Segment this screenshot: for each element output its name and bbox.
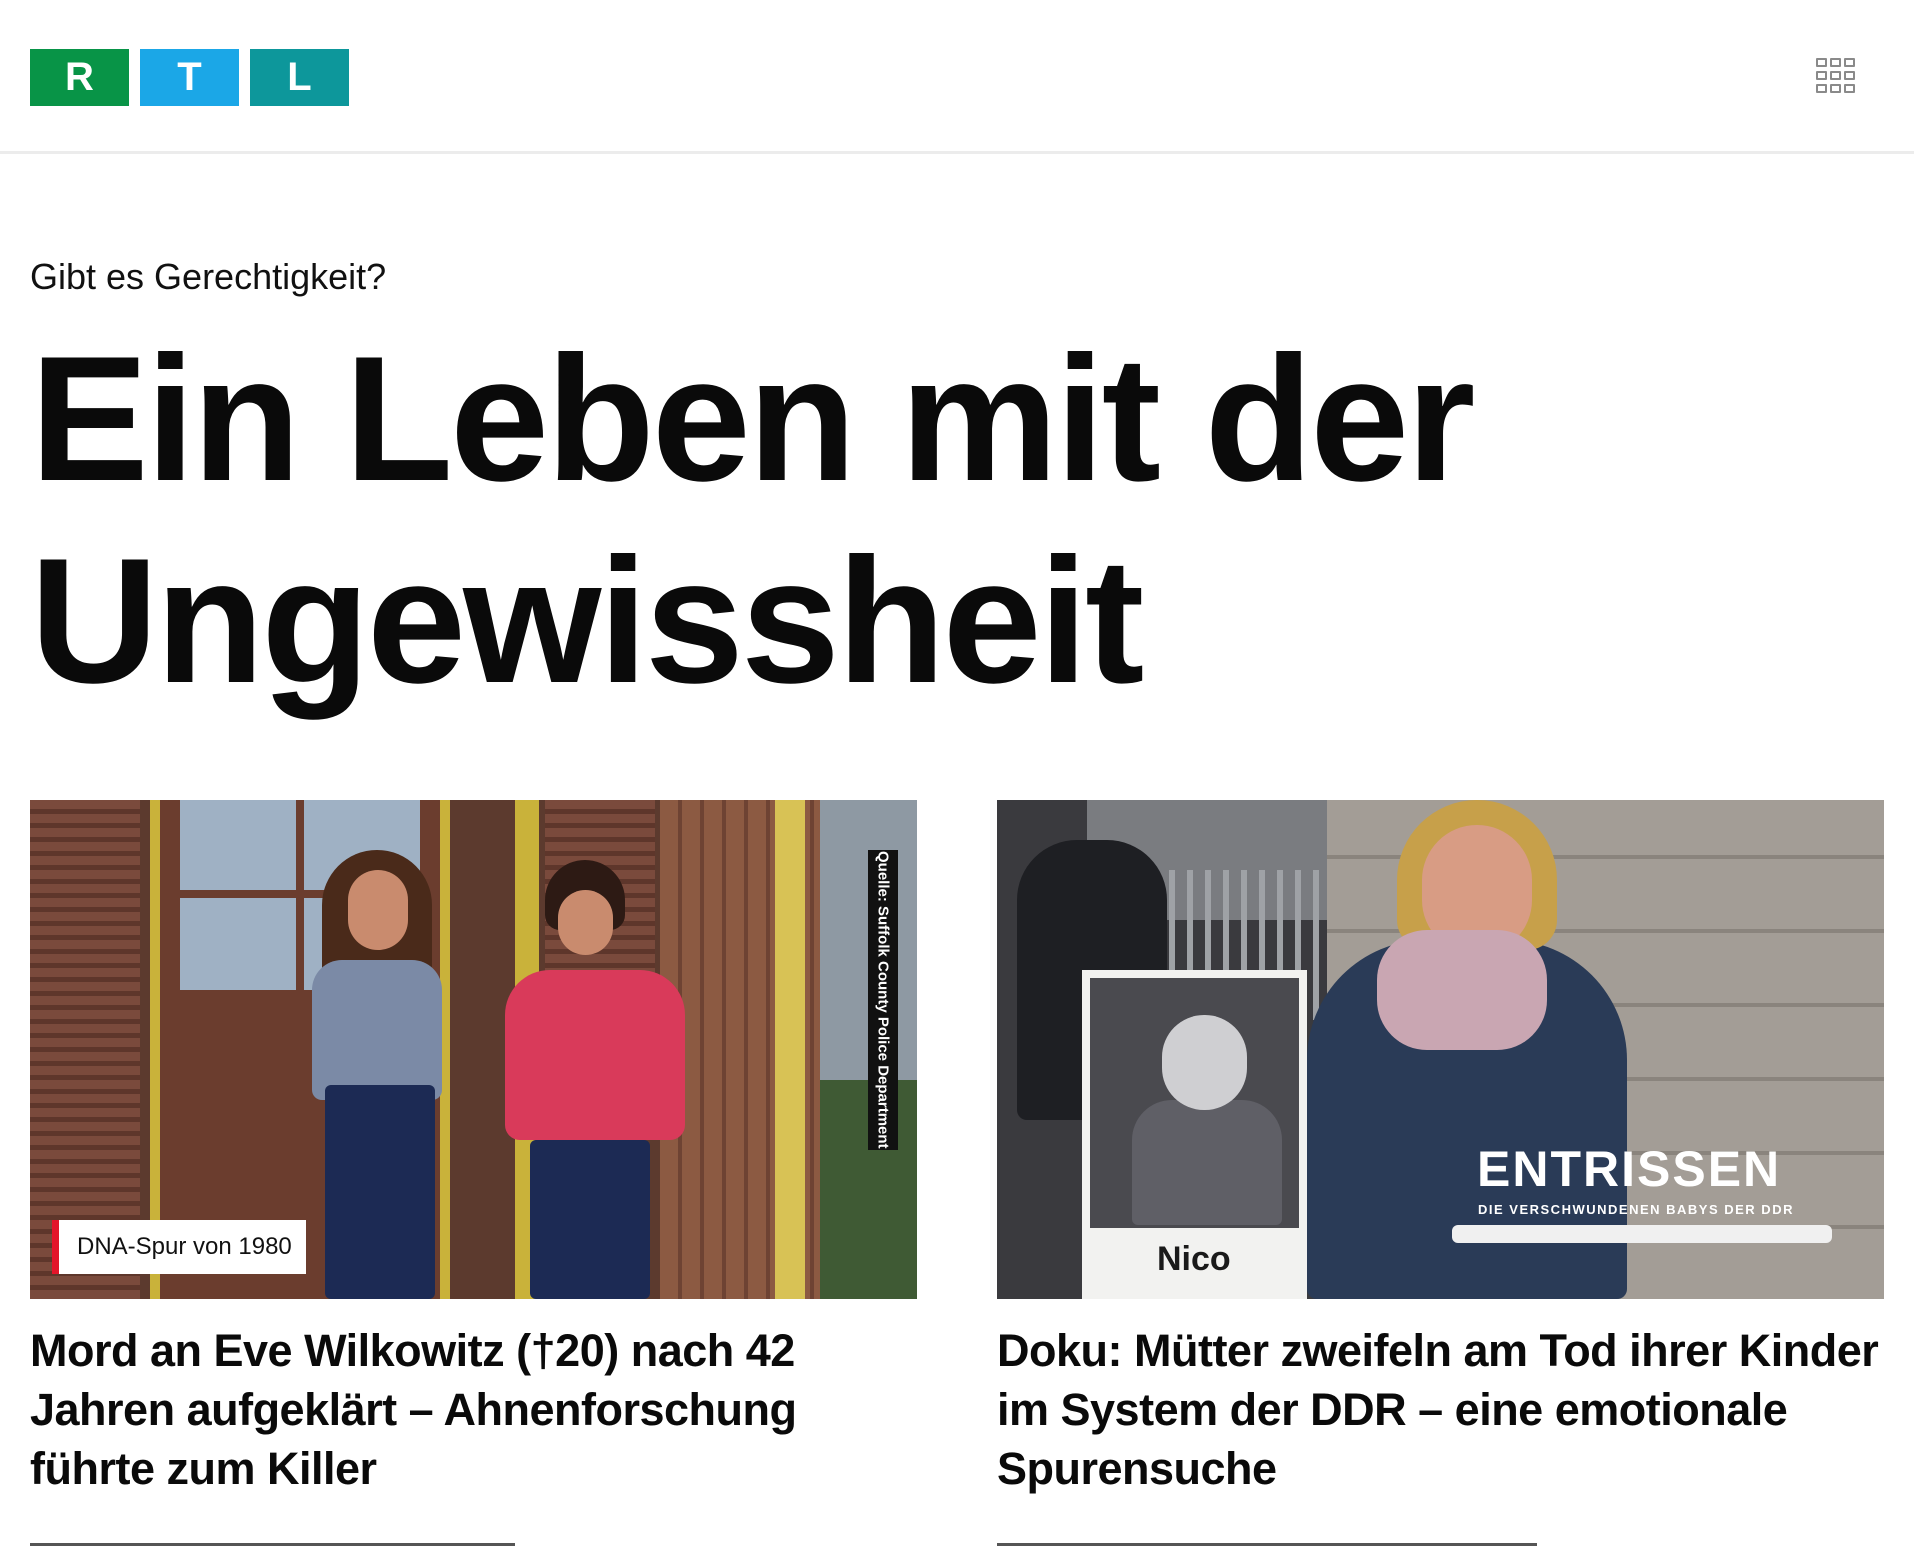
article-image[interactable]: Quelle: Suffolk County Police Department… [30,800,917,1299]
article-badge: DNA-Spur von 1980 [52,1220,306,1274]
article-card[interactable]: Quelle: Suffolk County Police Department… [30,800,917,1498]
sign-name: Nico [1157,1240,1231,1278]
headline-line-1: Ein Leben mit der [30,319,1475,518]
headline-line-2: Ungewissheit [30,521,1144,720]
article-image[interactable]: Nico ENTRISSEN DIE VERSCHWUNDENEN BABYS … [997,800,1884,1299]
image-subtitle: DIE VERSCHWUNDENEN BABYS DER DDR [1478,1202,1794,1217]
image-title: ENTRISSEN [1477,1141,1782,1197]
grid-menu-icon[interactable] [1814,56,1858,100]
logo-tile-l: L [250,49,349,106]
image-credit: Quelle: Suffolk County Police Department [868,850,898,1150]
site-header: R T L [0,0,1914,154]
article-title[interactable]: Doku: Mütter zweifeln am Tod ihrer Kinde… [997,1321,1884,1498]
section-kicker: Gibt es Gerechtigkeit? [30,256,387,297]
rtl-logo[interactable]: R T L [30,49,349,106]
article-title[interactable]: Mord an Eve Wilkowitz (†20) nach 42 Jahr… [30,1321,917,1498]
logo-tile-t: T [140,49,239,106]
article-card[interactable]: Nico ENTRISSEN DIE VERSCHWUNDENEN BABYS … [997,800,1884,1498]
logo-tile-r: R [30,49,129,106]
section-headline: Ein Leben mit der Ungewissheit [30,318,1530,722]
